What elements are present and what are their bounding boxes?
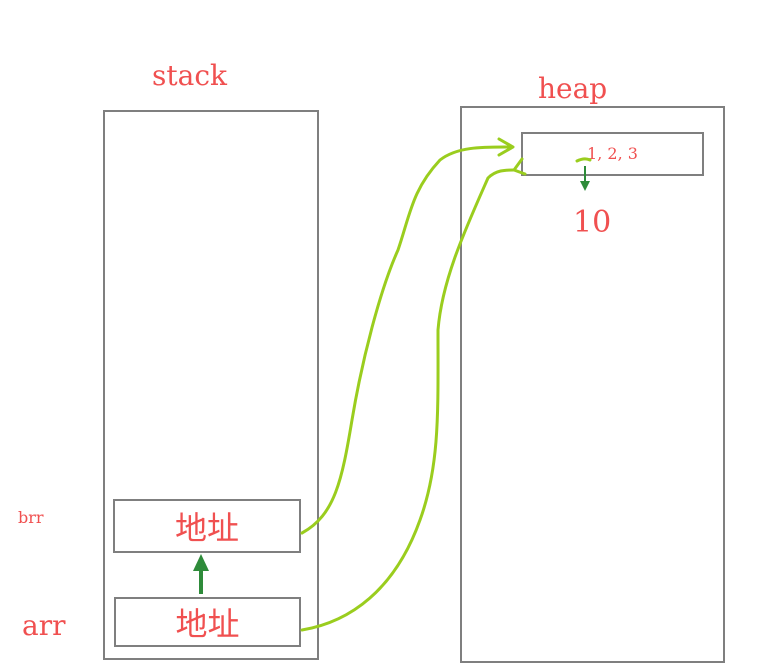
stack-box [103, 110, 319, 660]
brr-variable-label: brr [18, 508, 44, 527]
heap-title: heap [538, 72, 608, 105]
arr-address-cell: 地址 [114, 597, 301, 647]
brr-address-text: 地址 [174, 509, 239, 547]
heap-array-object: 1, 2, 3 [521, 132, 704, 176]
heap-box [460, 106, 725, 663]
stack-title: stack [152, 59, 227, 92]
arr-address-text: 地址 [175, 605, 240, 643]
heap-new-value: 10 [573, 205, 612, 240]
heap-array-values: 1, 2, 3 [587, 144, 638, 163]
arr-variable-label: arr [22, 609, 66, 642]
brr-address-cell: 地址 [113, 499, 301, 553]
